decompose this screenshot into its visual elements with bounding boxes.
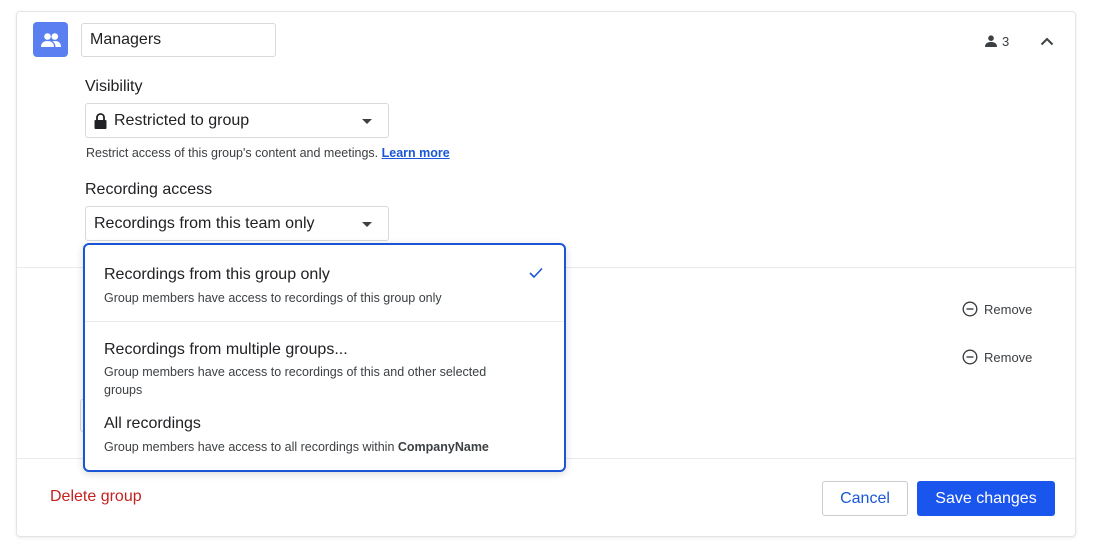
option-description: Group members have access to recordings … (104, 365, 487, 397)
visibility-label: Visibility (85, 78, 143, 95)
visibility-selected: Restricted to group (114, 111, 250, 129)
visibility-helper-text: Restrict access of this group's content … (86, 146, 379, 160)
save-changes-button[interactable]: Save changes (917, 481, 1055, 516)
member-count-value: 3 (1002, 33, 1010, 49)
option-title: All recordings (104, 415, 201, 432)
option-title: Recordings from this group only (104, 266, 330, 283)
remove-label: Remove (984, 349, 1033, 365)
remove-circle-icon (962, 301, 978, 317)
visibility-select[interactable]: Restricted to group (85, 103, 389, 138)
remove-member-button[interactable]: Remove (962, 299, 1032, 319)
cancel-button[interactable]: Cancel (822, 481, 908, 516)
option-multiple-groups[interactable]: Recordings from multiple groups... Group… (85, 322, 564, 400)
option-this-group[interactable]: Recordings from this group only Group me… (85, 245, 564, 321)
remove-member-button[interactable]: Remove (962, 347, 1032, 367)
chevron-up-icon (1040, 37, 1054, 45)
recording-access-dropdown: Recordings from this group only Group me… (83, 243, 566, 472)
option-all-recordings[interactable]: All recordings Group members have access… (85, 400, 564, 470)
person-icon (985, 35, 997, 47)
group-avatar (33, 22, 68, 57)
recording-access-label: Recording access (85, 181, 213, 198)
caret-down-icon (362, 119, 372, 124)
option-description: Group members have access to all recordi… (104, 438, 524, 456)
visibility-helper: Restrict access of this group's content … (86, 146, 450, 160)
caret-down-icon (362, 222, 372, 227)
check-icon (529, 267, 543, 279)
lock-icon (94, 112, 107, 129)
member-count: 3 (985, 31, 1009, 51)
remove-circle-icon (962, 349, 978, 365)
company-name: CompanyName (397, 440, 489, 454)
collapse-button[interactable] (1036, 30, 1058, 52)
recording-access-selected: Recordings from this team only (94, 214, 315, 232)
option-description: Group members have access to recordings … (104, 291, 442, 305)
group-name-input[interactable] (81, 23, 276, 57)
delete-group-button[interactable]: Delete group (50, 488, 142, 506)
remove-label: Remove (984, 301, 1033, 317)
learn-more-link[interactable]: Learn more (382, 146, 450, 160)
group-icon (40, 32, 61, 47)
option-description-prefix: Group members have access to all recordi… (104, 440, 395, 454)
recording-access-select[interactable]: Recordings from this team only (85, 206, 389, 241)
option-title: Recordings from multiple groups... (104, 341, 348, 358)
